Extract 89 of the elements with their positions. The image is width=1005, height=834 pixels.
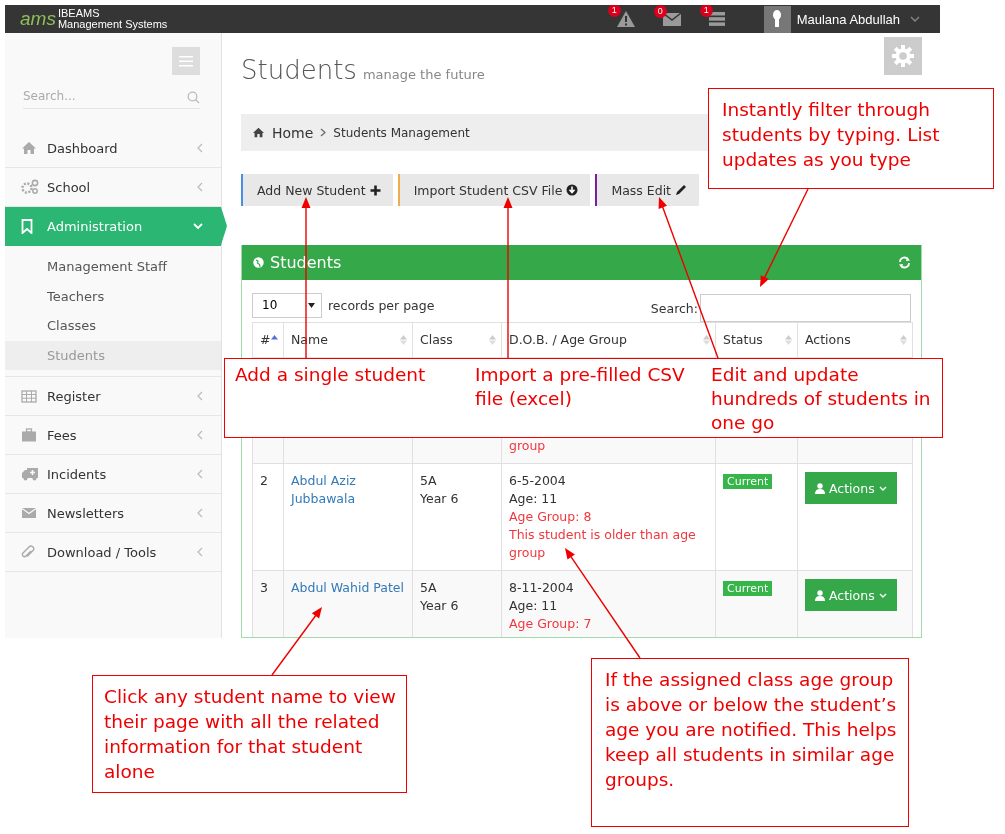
envelope-icon [21,507,37,519]
warning-icon[interactable] [615,10,636,28]
home-icon [21,141,37,155]
search-label: Search: [650,300,698,316]
sidebar-item[interactable]: Incidents [5,455,221,494]
dob-text: 8-11-2004 [509,579,575,597]
age-group-text: Age Group: 7 [509,615,593,633]
age-group-text: Age Group: 8 [509,508,593,526]
chevron-down-icon[interactable] [910,16,920,22]
status-label: Current [723,581,773,596]
user-name[interactable]: Maulana Abdullah [796,11,900,27]
submenu-item[interactable]: Classes [5,311,221,341]
menu-icon [179,55,193,67]
caret-down-icon [308,302,315,308]
column-header[interactable]: Status [715,322,798,358]
notification-badge: 0 [653,5,667,18]
chevron-down-icon [878,485,887,491]
table-cell: 3 [252,570,284,637]
year-text: Year 6 [420,597,460,615]
chevron-left-icon [197,469,203,479]
add-action-button[interactable]: Add New Student [241,174,393,206]
plus-icon [369,184,381,196]
home-icon [252,127,265,138]
chevron-left-icon [197,430,203,440]
age-warning-text: group [509,437,547,455]
refresh-icon[interactable] [898,256,911,269]
list-icon[interactable] [707,10,726,28]
search-field[interactable]: Search... [23,85,200,109]
callout-text: Edit and update hundreds of students in one go [711,363,932,435]
column-header[interactable]: # [252,322,284,358]
paperclip-icon [21,544,35,560]
page-subtitle: manage the future [362,67,485,82]
age-text: Age: 11 [509,597,559,615]
breadcrumb-link[interactable]: Home [272,124,314,141]
submenu-item[interactable]: Teachers [5,281,221,311]
chevron-left-icon [197,391,203,401]
callout-text: Click any student name to view their page with all the related information for that student alone [104,686,396,782]
search-icon [187,91,200,104]
search-field[interactable] [700,294,911,322]
download-icon [566,184,579,196]
chevron-left-icon [197,182,203,192]
age-text: Age: 11 [509,490,559,508]
submenu-item[interactable]: Management Staff [5,252,221,282]
brand-name: IBEAMS [57,8,101,19]
callout-text: Import a pre-filled CSV file (excel) [475,363,686,411]
table-icon [21,389,37,403]
envelope-icon[interactable] [661,11,682,27]
chevron-left-icon [197,508,203,518]
class-name: 5A [420,579,438,597]
pencil-icon [675,184,688,196]
sidebar-item[interactable]: Register [5,377,221,416]
briefcase-icon [21,428,37,442]
column-header[interactable]: Class [412,322,502,358]
page-size-label: records per page [328,297,435,313]
sidebar-item[interactable]: Newsletters [5,494,221,533]
edit-action-button[interactable]: Mass Edit [595,174,700,206]
sidebar-item[interactable]: Dashboard [5,129,221,168]
chevron-left-icon [197,143,203,153]
notification-badge: 1 [607,5,621,17]
age-warning-text: This student is older than age group [509,526,697,562]
user-icon [815,589,825,601]
avatar-icon[interactable] [763,5,791,33]
sidebar-item[interactable]: Download / Tools [5,533,221,572]
bookmark-icon [21,218,33,234]
logo-text: ams [20,8,56,30]
year-text: Year 6 [420,490,460,508]
column-header[interactable]: Actions [797,322,913,358]
chevron-left-icon [197,547,203,557]
chevron-down-icon [878,592,887,598]
callout-text: Instantly filter through students by typing. List updates as you type [722,99,940,170]
brand-subtitle: Management Systems [57,19,168,30]
import-action-button[interactable]: Import Student CSV File [397,174,591,206]
gears-icon [21,179,39,195]
class-name: 5A [420,472,438,490]
chevron-right-icon [320,128,327,137]
column-header[interactable]: D.O.B. / Age Group [501,322,716,358]
table-cell: 2 [252,463,284,571]
dob-text: 6-5-2004 [509,472,567,490]
callout-text: Add a single student [235,363,427,387]
notification-badge: 1 [699,5,713,17]
status-label: Current [723,474,773,489]
user-icon [815,482,825,494]
page-size-select[interactable]: 10 [252,292,322,318]
globe-icon [253,257,264,268]
chevron-down-icon [193,222,203,230]
callout-text: If the assigned class age group is above or below the student’s age you are notified. This helps keep all students in similar age groups. [605,669,897,790]
ambulance-icon [21,467,39,481]
page-title: Students [241,55,357,85]
sidebar-item[interactable]: Fees [5,416,221,455]
